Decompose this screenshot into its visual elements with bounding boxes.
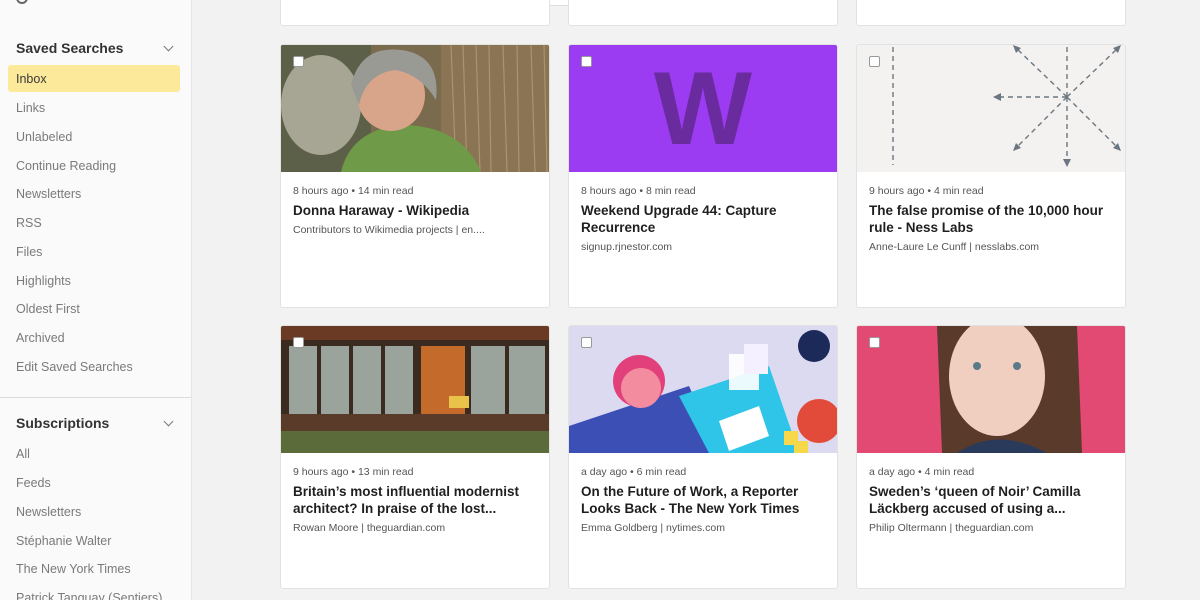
article-source: Emma Goldberg | nytimes.com [581, 522, 725, 534]
sidebar-item-edit-saved-searches[interactable]: Edit Saved Searches [8, 353, 180, 380]
card-partial[interactable] [856, 0, 1126, 26]
sidebar-item-sub-newsletters[interactable]: Newsletters [8, 498, 180, 525]
sidebar-item-all[interactable]: All [8, 440, 180, 467]
chevron-down-icon[interactable] [163, 416, 174, 426]
chevron-down-icon[interactable] [163, 41, 174, 51]
saved-searches-title: Saved Searches [16, 40, 124, 56]
article-card[interactable]: a day ago • 4 min read Sweden’s ‘queen o… [856, 325, 1126, 589]
subscriptions-title: Subscriptions [16, 415, 110, 431]
article-source: Philip Oltermann | theguardian.com [869, 522, 1034, 534]
article-title[interactable]: Donna Haraway - Wikipedia [293, 202, 539, 219]
sidebar-item-unlabeled[interactable]: Unlabeled [8, 123, 180, 150]
sidebar-item-oldest-first[interactable]: Oldest First [8, 295, 180, 322]
sidebar-item-sentiers[interactable]: Patrick Tanguay (Sentiers) [8, 584, 180, 600]
saved-searches-header[interactable]: Saved Searches [16, 38, 176, 58]
article-thumbnail [857, 45, 1125, 172]
sidebar: Saved Searches Inbox Links Unlabeled Con… [0, 0, 192, 600]
sidebar-item-inbox[interactable]: Inbox [8, 65, 180, 92]
article-title[interactable]: Sweden’s ‘queen of Noir’ Camilla Läckber… [869, 483, 1115, 517]
sidebar-divider [0, 397, 191, 398]
article-source: signup.rjnestor.com [581, 241, 673, 253]
select-checkbox[interactable] [581, 56, 592, 67]
select-checkbox[interactable] [293, 56, 304, 67]
article-thumbnail [569, 326, 837, 453]
article-card[interactable]: a day ago • 6 min read On the Future of … [568, 325, 838, 589]
article-card[interactable]: 9 hours ago • 4 min read The false promi… [856, 44, 1126, 308]
sidebar-item-highlights[interactable]: Highlights [8, 267, 180, 294]
sidebar-item-nyt[interactable]: The New York Times [8, 555, 180, 582]
article-title[interactable]: Britain’s most influential modernist arc… [293, 483, 539, 517]
select-checkbox[interactable] [869, 56, 880, 67]
article-source: Anne-Laure Le Cunff | nesslabs.com [869, 241, 1040, 253]
sidebar-item-rss[interactable]: RSS [8, 209, 180, 236]
article-title[interactable]: Weekend Upgrade 44: Capture Recurrence [581, 202, 827, 236]
article-meta: 9 hours ago • 13 min read [293, 466, 414, 478]
article-title[interactable]: On the Future of Work, a Reporter Looks … [581, 483, 827, 517]
sidebar-item-files[interactable]: Files [8, 238, 180, 265]
select-checkbox[interactable] [293, 337, 304, 348]
article-source: Rowan Moore | theguardian.com [293, 522, 446, 534]
article-card[interactable]: W 8 hours ago • 8 min read Weekend Upgra… [568, 44, 838, 308]
article-meta: 9 hours ago • 4 min read [869, 185, 984, 197]
article-thumbnail [281, 45, 549, 172]
article-source: Contributors to Wikimedia projects | en.… [293, 224, 485, 236]
article-thumbnail: W [569, 45, 837, 172]
search-icon[interactable] [16, 0, 28, 4]
subscriptions-header[interactable]: Subscriptions [16, 413, 176, 433]
article-meta: 8 hours ago • 14 min read [293, 185, 414, 197]
article-thumbnail [857, 326, 1125, 453]
thumbnail-letter: W [653, 50, 753, 167]
sidebar-item-links[interactable]: Links [8, 94, 180, 121]
sidebar-item-stephanie-walter[interactable]: Stéphanie Walter [8, 527, 180, 554]
article-card[interactable]: 8 hours ago • 14 min read Donna Haraway … [280, 44, 550, 308]
article-meta: a day ago • 6 min read [581, 466, 687, 478]
select-checkbox[interactable] [869, 337, 880, 348]
article-thumbnail [281, 326, 549, 453]
article-meta: 8 hours ago • 8 min read [581, 185, 696, 197]
card-partial[interactable] [568, 0, 838, 26]
select-checkbox[interactable] [581, 337, 592, 348]
sidebar-item-continue-reading[interactable]: Continue Reading [8, 152, 180, 179]
article-meta: a day ago • 4 min read [869, 466, 975, 478]
sidebar-item-feeds[interactable]: Feeds [8, 469, 180, 496]
card-partial[interactable] [280, 0, 550, 26]
article-card[interactable]: 9 hours ago • 13 min read Britain’s most… [280, 325, 550, 589]
sidebar-item-archived[interactable]: Archived [8, 324, 180, 351]
article-title[interactable]: The false promise of the 10,000 hour rul… [869, 202, 1115, 236]
sidebar-item-newsletters[interactable]: Newsletters [8, 180, 180, 207]
